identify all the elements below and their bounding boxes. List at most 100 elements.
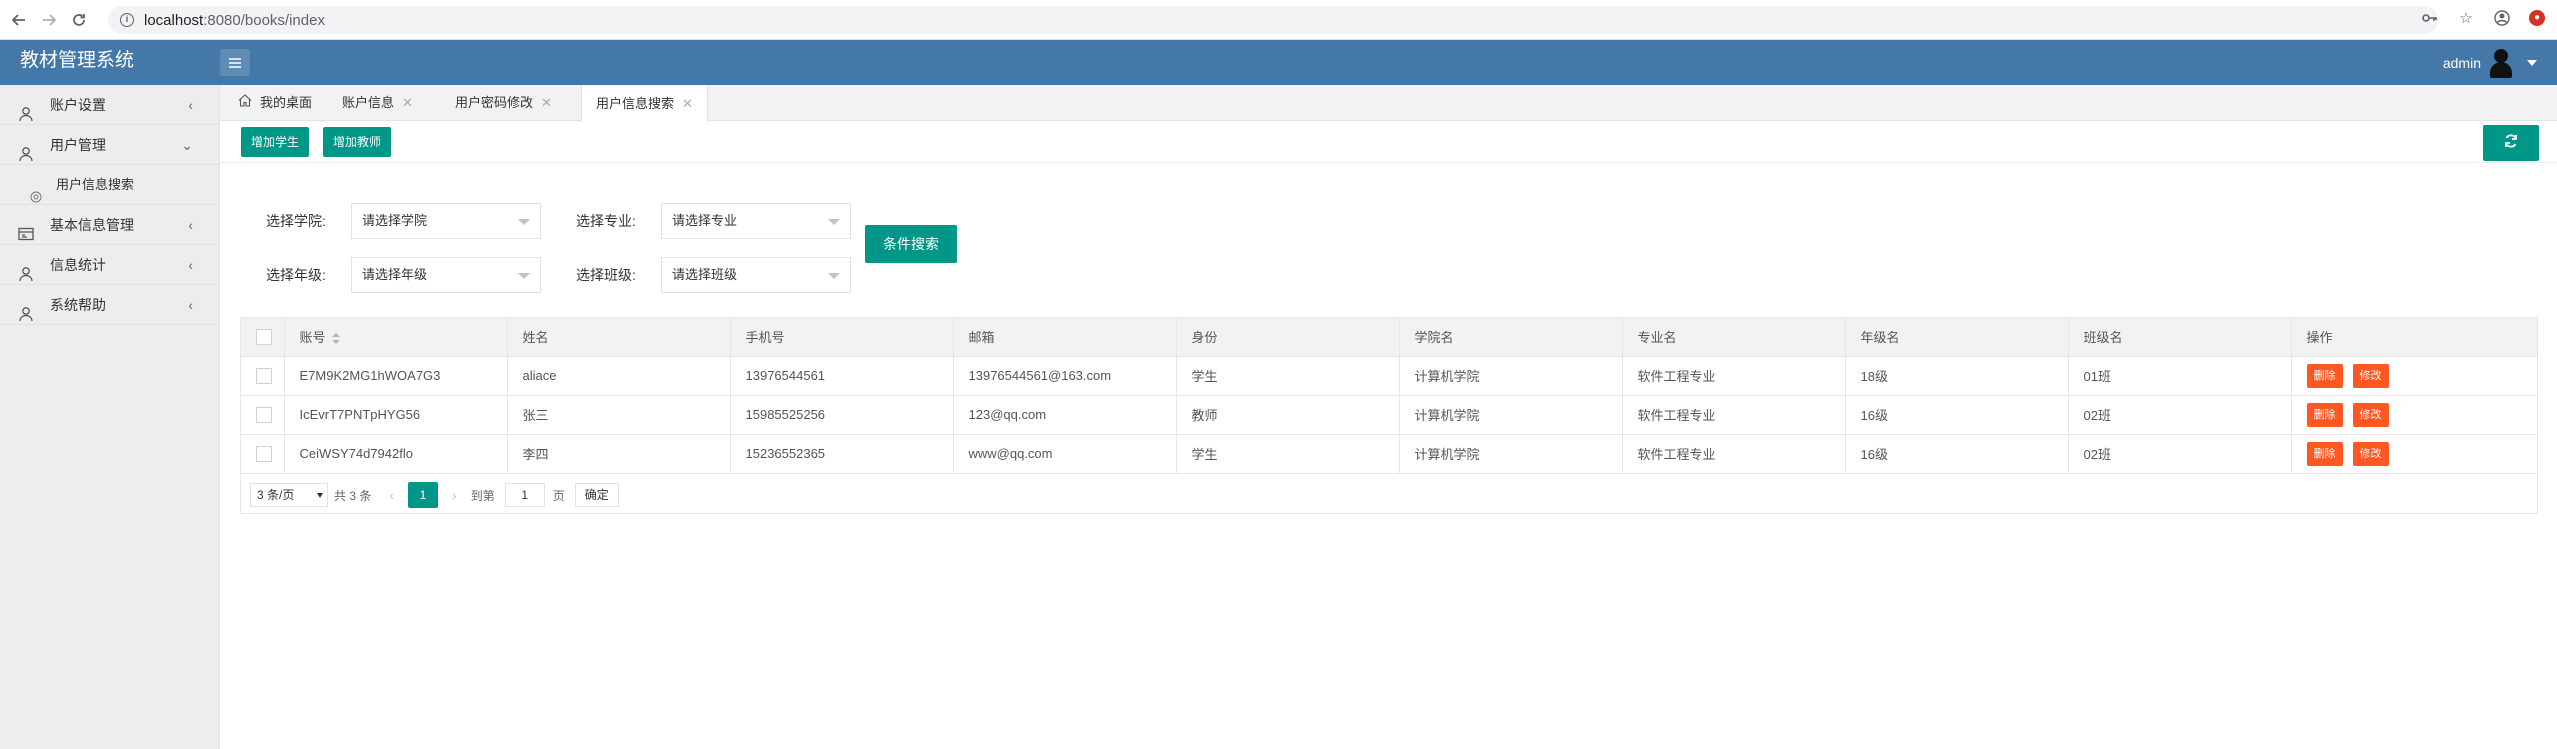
extension-icon[interactable]: ●: [2529, 10, 2545, 26]
sidebar-item-basic-info[interactable]: 基本信息管理 ‹: [0, 205, 219, 245]
confirm-button[interactable]: 确定: [574, 483, 619, 507]
user-menu[interactable]: admin: [2443, 40, 2537, 85]
avatar: [2489, 48, 2513, 78]
app-header: 教材管理系统 admin: [0, 40, 2557, 85]
add-student-button[interactable]: 增加学生: [241, 127, 310, 157]
next-page-icon[interactable]: ›: [452, 487, 457, 503]
grade-select-value: 请选择年级: [362, 267, 428, 282]
delete-button[interactable]: 删除: [2306, 363, 2343, 388]
close-icon[interactable]: ✕: [402, 85, 413, 121]
edit-button[interactable]: 修改: [2352, 363, 2389, 388]
data-table: 账号 姓名 手机号 邮箱 身份 学院名 专业名 年级名 班级名 操作 E7M9K…: [241, 318, 2537, 474]
row-checkbox-cell: [241, 395, 285, 435]
cell-major: 软件工程专业: [1622, 356, 1846, 396]
college-select[interactable]: 请选择学院: [351, 203, 541, 239]
cell-email: www@qq.com: [953, 434, 1177, 474]
username: admin: [2442, 54, 2481, 71]
cell-college: 计算机学院: [1399, 356, 1623, 396]
sidebar-item-user-management[interactable]: 用户管理 ⌄: [0, 125, 219, 165]
delete-button[interactable]: 删除: [2306, 402, 2343, 427]
total-count: 共 3 条: [334, 488, 372, 503]
cell-role: 教师: [1176, 395, 1400, 435]
sidebar-item-user-search[interactable]: 用户信息搜索: [0, 165, 219, 205]
caret-down-icon: [518, 273, 530, 279]
class-label: 选择班级:: [576, 267, 636, 283]
sidebar-item-label: 信息统计: [50, 257, 106, 273]
cell-class: 02班: [2068, 434, 2292, 474]
chevron-left-icon: ‹: [188, 297, 193, 313]
sort-icon[interactable]: [331, 332, 340, 345]
info-icon[interactable]: i: [120, 13, 134, 27]
forward-icon[interactable]: [38, 9, 60, 31]
caret-down-icon: [317, 493, 323, 498]
browser-toolbar: i localhost :8080/books/index ☆ ●: [0, 0, 2557, 40]
class-select[interactable]: 请选择班级: [661, 257, 851, 293]
cell-college: 计算机学院: [1399, 395, 1623, 435]
column-header-account[interactable]: 账号: [284, 318, 508, 357]
delete-button[interactable]: 删除: [2306, 441, 2343, 466]
major-select[interactable]: 请选择专业: [661, 203, 851, 239]
row-checkbox[interactable]: [256, 445, 272, 462]
sidebar-item-label: 用户管理: [50, 137, 106, 153]
close-icon[interactable]: ✕: [682, 86, 693, 122]
cell-actions: 删除 修改: [2291, 356, 2537, 396]
tab-desktop[interactable]: 我的桌面: [238, 85, 312, 121]
star-icon[interactable]: ☆: [2457, 9, 2475, 27]
current-page[interactable]: 1: [408, 482, 439, 508]
page-size-select[interactable]: 3 条/页: [250, 483, 328, 507]
grade-select[interactable]: 请选择年级: [351, 257, 541, 293]
sidebar-item-help[interactable]: 系统帮助 ‹: [0, 285, 219, 325]
chevron-down-icon: ⌄: [181, 137, 193, 153]
sidebar-item-statistics[interactable]: 信息统计 ‹: [0, 245, 219, 285]
page-size-value: 3 条/页: [257, 488, 295, 502]
tab-user-search[interactable]: 用户信息搜索 ✕: [581, 85, 708, 122]
user-icon: [18, 137, 34, 162]
app-title: 教材管理系统: [20, 50, 135, 71]
menu-toggle-icon[interactable]: [220, 49, 250, 76]
goto-page-input[interactable]: 1: [504, 483, 545, 507]
address-bar[interactable]: i localhost :8080/books/index: [108, 6, 2438, 34]
back-icon[interactable]: [8, 9, 30, 31]
reload-icon[interactable]: [68, 9, 90, 31]
tab-account-info[interactable]: 账户信息 ✕: [342, 85, 413, 121]
edit-button[interactable]: 修改: [2352, 402, 2389, 427]
cell-account: CeiWSY74d7942flo: [284, 434, 508, 474]
edit-button[interactable]: 修改: [2352, 441, 2389, 466]
class-select-value: 请选择班级: [672, 267, 738, 282]
header-checkbox-cell: [241, 318, 285, 357]
page-suffix: 页: [552, 488, 565, 503]
tab-password-change[interactable]: 用户密码修改 ✕: [455, 85, 552, 121]
add-teacher-button[interactable]: 增加教师: [323, 127, 392, 157]
cell-name: 张三: [507, 395, 731, 435]
caret-down-icon: [518, 219, 530, 225]
sidebar-item-label: 账户设置: [50, 97, 106, 113]
row-checkbox[interactable]: [256, 367, 272, 384]
row-checkbox[interactable]: [256, 406, 272, 423]
close-icon[interactable]: ✕: [541, 85, 552, 121]
college-select-value: 请选择学院: [362, 213, 428, 228]
table-row: E7M9K2MG1hWOA7G3 aliace 13976544561 1397…: [241, 356, 2537, 396]
select-all-checkbox[interactable]: [256, 329, 272, 346]
cell-college: 计算机学院: [1399, 434, 1623, 474]
cell-account: IcEvrT7PNTpHYG56: [284, 395, 508, 435]
cell-role: 学生: [1176, 356, 1400, 396]
prev-page-icon[interactable]: ‹: [389, 487, 394, 503]
refresh-icon: [2503, 133, 2519, 154]
user-icon: [18, 97, 34, 122]
search-button[interactable]: 条件搜索: [865, 225, 957, 263]
url-host: localhost: [144, 11, 204, 29]
cell-phone: 13976544561: [730, 356, 954, 396]
cell-grade: 18级: [1845, 356, 2069, 396]
cell-name: 李四: [507, 434, 731, 474]
key-icon[interactable]: [2421, 9, 2439, 27]
cell-major: 软件工程专业: [1622, 395, 1846, 435]
cell-class: 02班: [2068, 395, 2292, 435]
cell-grade: 16级: [1845, 434, 2069, 474]
account-icon[interactable]: [2493, 9, 2511, 27]
refresh-button[interactable]: [2483, 125, 2539, 161]
tab-label: 账户信息: [342, 95, 395, 110]
sidebar-item-account-settings[interactable]: 账户设置 ‹: [0, 85, 219, 125]
tab-label: 用户密码修改: [455, 95, 534, 110]
cell-major: 软件工程专业: [1622, 434, 1846, 474]
grade-label: 选择年级:: [266, 267, 326, 283]
